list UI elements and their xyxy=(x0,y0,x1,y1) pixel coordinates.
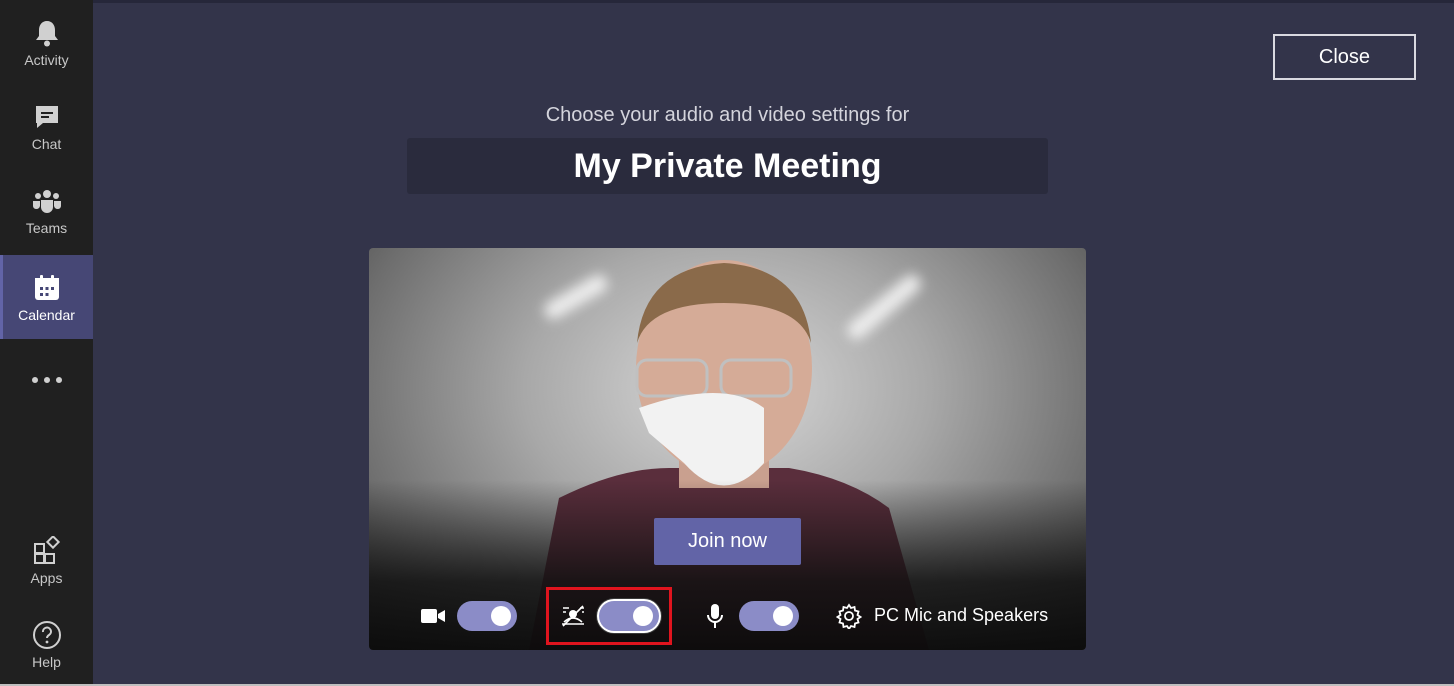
bell-icon xyxy=(31,17,63,49)
rail-item-help[interactable]: Help xyxy=(0,602,93,686)
camera-icon xyxy=(419,602,447,630)
meeting-title: My Private Meeting xyxy=(407,138,1048,194)
more-icon xyxy=(31,377,62,383)
rail-item-calendar[interactable]: Calendar xyxy=(0,255,93,339)
rail-label-calendar: Calendar xyxy=(18,306,75,323)
help-icon xyxy=(31,619,63,651)
microphone-icon xyxy=(701,602,729,630)
rail-item-teams[interactable]: Teams xyxy=(0,168,93,252)
microphone-toggle[interactable] xyxy=(739,601,799,631)
rail-item-activity[interactable]: Activity xyxy=(0,0,93,84)
device-controls: PC Mic and Speakers xyxy=(369,587,1086,645)
teams-icon xyxy=(31,185,63,217)
toggle-knob xyxy=(491,606,511,626)
video-preview: Join now PC Mic and Speakers xyxy=(369,248,1086,650)
rail-label-chat: Chat xyxy=(31,135,62,152)
toggle-knob xyxy=(773,606,793,626)
background-blur-toggle[interactable] xyxy=(599,601,659,631)
rail-item-apps[interactable]: Apps xyxy=(0,518,93,602)
settings-subtitle: Choose your audio and video settings for xyxy=(545,104,910,126)
close-button[interactable]: Close xyxy=(1273,34,1416,80)
app-rail: Activity Chat Teams Calendar Apps Help xyxy=(0,0,93,686)
join-now-button[interactable]: Join now xyxy=(654,518,801,565)
apps-icon xyxy=(31,535,63,567)
calendar-icon xyxy=(31,272,63,304)
rail-label-activity: Activity xyxy=(24,51,69,68)
rail-item-chat[interactable]: Chat xyxy=(0,84,93,168)
camera-toggle[interactable] xyxy=(457,601,517,631)
gear-icon[interactable] xyxy=(835,602,863,630)
top-divider xyxy=(93,0,1454,3)
background-blur-icon xyxy=(559,602,587,630)
rail-label-teams: Teams xyxy=(25,219,68,236)
more-apps-button[interactable] xyxy=(0,355,93,405)
chat-icon xyxy=(31,101,63,133)
rail-label-apps: Apps xyxy=(30,569,63,586)
toggle-knob xyxy=(633,606,653,626)
device-settings-label[interactable]: PC Mic and Speakers xyxy=(874,605,1048,626)
rail-label-help: Help xyxy=(32,653,61,670)
